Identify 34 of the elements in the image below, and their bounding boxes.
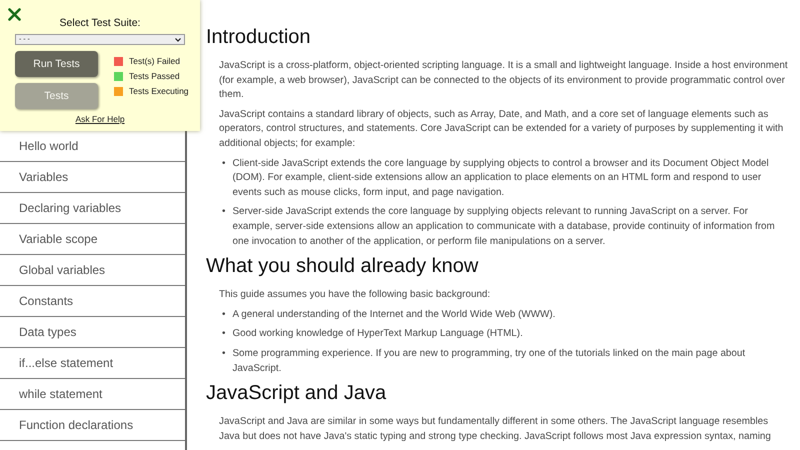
sidebar-item[interactable]: Declaring variables [0, 193, 185, 224]
legend-label: Tests Passed [129, 71, 180, 81]
chevron-down-icon [175, 38, 181, 42]
bullet: • [222, 346, 226, 361]
bullet: • [222, 205, 226, 220]
bullet: • [222, 156, 226, 171]
legend-label: Test(s) Failed [129, 56, 180, 66]
sidebar-item[interactable]: Variables [0, 162, 185, 193]
section-heading: What you should already know [206, 254, 480, 278]
sidebar-item[interactable]: while statement [0, 379, 185, 410]
paragraph: JavaScript and Java are similar in some ways but fundamentally different in some others. The JavaScript language resembles Java but does not have Java's static typing and strong type checking. JavaScript follows most Java expression syntax, naming [219, 415, 772, 444]
test-button[interactable]: Run Tests [15, 51, 98, 77]
paragraph: JavaScript contains a standard library of objects, such as Array, Date, and Math, and a core set of language elements such as operators, control structures, and statements. Core JavaScript can be extended for a variety of purposes by supplementing it with additional objects; for example: [219, 108, 784, 151]
list-item: A general understanding of the Internet and the World Wide Web (WWW). [232, 308, 556, 322]
legend-label: Tests Executing [129, 86, 189, 96]
sidebar-item[interactable]: if...else statement [0, 348, 185, 379]
select-label: Select Test Suite: [60, 17, 140, 29]
sidebar-item[interactable]: Data types [0, 317, 185, 348]
sidebar-item[interactable]: Constants [0, 286, 185, 317]
sidebar-item[interactable]: Variable scope [0, 224, 185, 255]
help-link[interactable]: Ask For Help [75, 114, 125, 124]
sidebar-item[interactable]: Function declarations [0, 410, 185, 441]
close-icon[interactable] [8, 8, 21, 21]
section-heading: JavaScript and Java [206, 381, 388, 406]
sidebar-item[interactable]: Global variables [0, 255, 185, 286]
list-item: Client-side JavaScript extends the core language by supplying objects to control a browser and its Document Object Model (DOM). For example, client-side extensions allow an application to place elements on an HTML form and respond to user events such as mouse clicks, form input, and page navigation. [232, 156, 770, 200]
section-heading: Introduction [206, 25, 312, 49]
bullet: • [222, 308, 226, 322]
list-item: Some programming experience. If you are new to programming, try one of the tutorials linked on the main page about JavaScript. [232, 346, 746, 376]
list-item: Good working knowledge of HyperText Markup Language (HTML). [232, 327, 523, 342]
list-item: Server-side JavaScript extends the core language by supplying objects relevant to running JavaScript on a server. For example, server-side extensions allow an application to communicate with a database, provide continuity of information from one invocation to another of the application, or perform file manipulations on a server. [232, 205, 776, 249]
paragraph: This guide assumes you have the following basic background: [219, 288, 492, 302]
bullet: • [222, 327, 226, 342]
paragraph: JavaScript is a cross-platform, object-oriented scripting language. It is a small and lightweight language. Inside a host environment (for example, a web browser), JavaScript can be connected to the objects of its environment to provide programmatic control over them. [219, 59, 788, 102]
